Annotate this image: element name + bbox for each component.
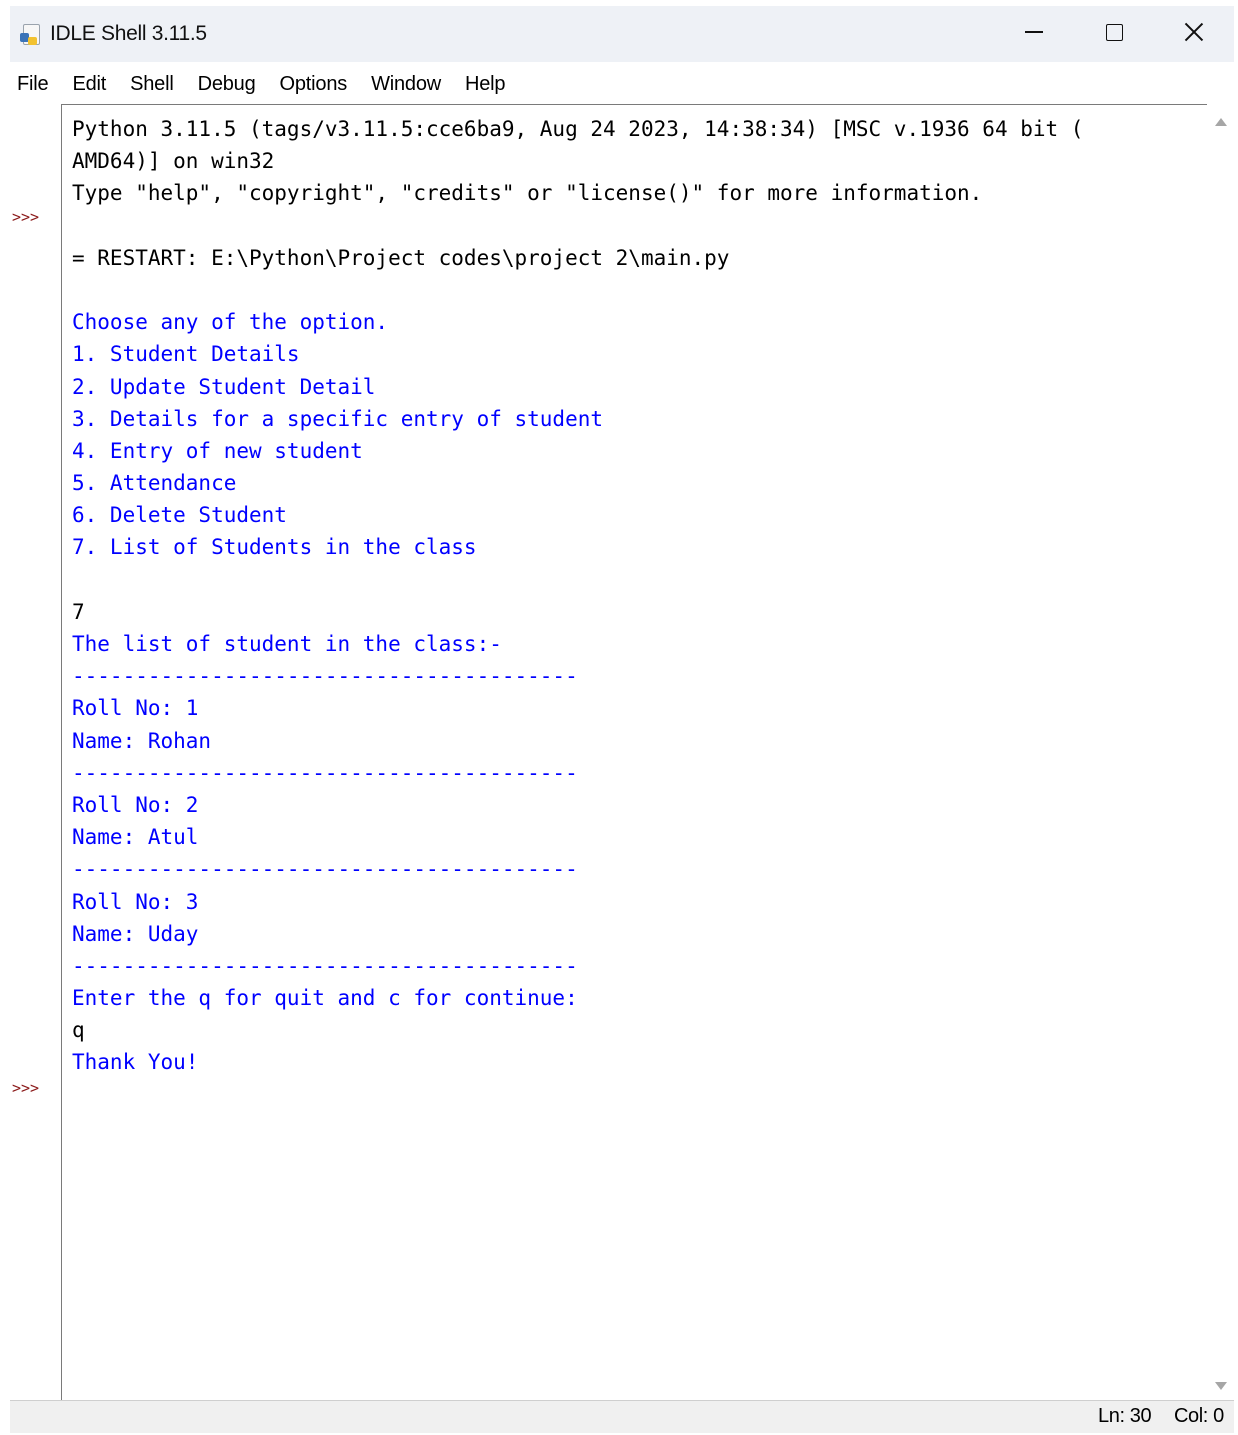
menu-edit[interactable]: Edit	[60, 73, 118, 96]
menu-options[interactable]: Options	[268, 73, 360, 96]
menu-shell[interactable]: Shell	[118, 73, 185, 96]
minimize-icon	[1025, 31, 1043, 33]
shell-line: 7. List of Students in the class	[72, 535, 477, 560]
window-title: IDLE Shell 3.11.5	[50, 22, 207, 45]
maximize-button[interactable]	[1074, 6, 1154, 58]
shell-line: 2. Update Student Detail	[72, 374, 376, 399]
shell-line: 4. Entry of new student	[72, 438, 363, 463]
shell-line: Enter the q for quit and c for continue:	[72, 986, 578, 1011]
scroll-up-arrow-icon[interactable]	[1215, 118, 1227, 126]
python-idle-icon	[20, 23, 42, 45]
window-controls	[994, 6, 1234, 62]
close-icon	[1184, 22, 1204, 42]
shell-line: 7	[72, 599, 85, 624]
shell-line: Roll No: 1	[72, 696, 199, 721]
menu-file[interactable]: File	[10, 73, 60, 96]
shell-editor[interactable]: >>> >>> Python 3.11.5 (tags/v3.11.5:cce6…	[10, 104, 1234, 1400]
menu-window[interactable]: Window	[359, 73, 453, 96]
shell-line: Python 3.11.5 (tags/v3.11.5:cce6ba9, Aug…	[72, 117, 1084, 141]
shell-line: 6. Delete Student	[72, 503, 287, 528]
maximize-icon	[1105, 23, 1123, 41]
shell-line: Type "help", "copyright", "credits" or "…	[72, 181, 983, 206]
shell-line: Roll No: 2	[72, 792, 199, 817]
shell-line: AMD64)] on win32	[72, 149, 275, 174]
shell-line: ----------------------------------------	[72, 857, 578, 882]
line-number-status: Ln: 30	[1098, 1405, 1152, 1427]
title-bar[interactable]: IDLE Shell 3.11.5	[10, 6, 1234, 62]
shell-line: Roll No: 3	[72, 889, 199, 914]
shell-output[interactable]: Python 3.11.5 (tags/v3.11.5:cce6ba9, Aug…	[72, 113, 1206, 1079]
shell-line: = RESTART: E:\Python\Project codes\proje…	[72, 245, 730, 270]
shell-line: q	[72, 1018, 85, 1043]
vertical-scrollbar[interactable]	[1208, 104, 1234, 1400]
column-number-status: Col: 0	[1174, 1405, 1224, 1427]
shell-line: 3. Details for a specific entry of stude…	[72, 406, 604, 431]
status-bar: Ln: 30 Col: 0	[10, 1400, 1234, 1433]
shell-line: Name: Atul	[72, 825, 199, 850]
shell-prompt: >>>	[12, 1079, 40, 1097]
scroll-down-arrow-icon[interactable]	[1215, 1382, 1227, 1390]
menu-debug[interactable]: Debug	[186, 73, 268, 96]
close-button[interactable]	[1154, 6, 1234, 58]
shell-line: Name: Uday	[72, 921, 199, 946]
shell-line: Thank You!	[72, 1050, 199, 1075]
shell-prompt: >>>	[12, 208, 40, 226]
shell-line: ----------------------------------------	[72, 953, 578, 978]
prompt-gutter: >>> >>>	[10, 104, 61, 1400]
menu-bar: File Edit Shell Debug Options Window Hel…	[10, 66, 1234, 102]
menu-help[interactable]: Help	[453, 73, 517, 96]
minimize-button[interactable]	[994, 6, 1074, 58]
shell-line: ----------------------------------------	[72, 760, 578, 785]
shell-line: The list of student in the class:-	[72, 632, 502, 656]
shell-line: Choose any of the option.	[72, 310, 389, 335]
shell-line: 1. Student Details	[72, 342, 300, 367]
shell-line: Name: Rohan	[72, 728, 212, 753]
shell-line: ----------------------------------------	[72, 664, 578, 689]
shell-line: 5. Attendance	[72, 471, 237, 496]
idle-shell-window: IDLE Shell 3.11.5 File Edit Shell Debug …	[10, 6, 1234, 1433]
